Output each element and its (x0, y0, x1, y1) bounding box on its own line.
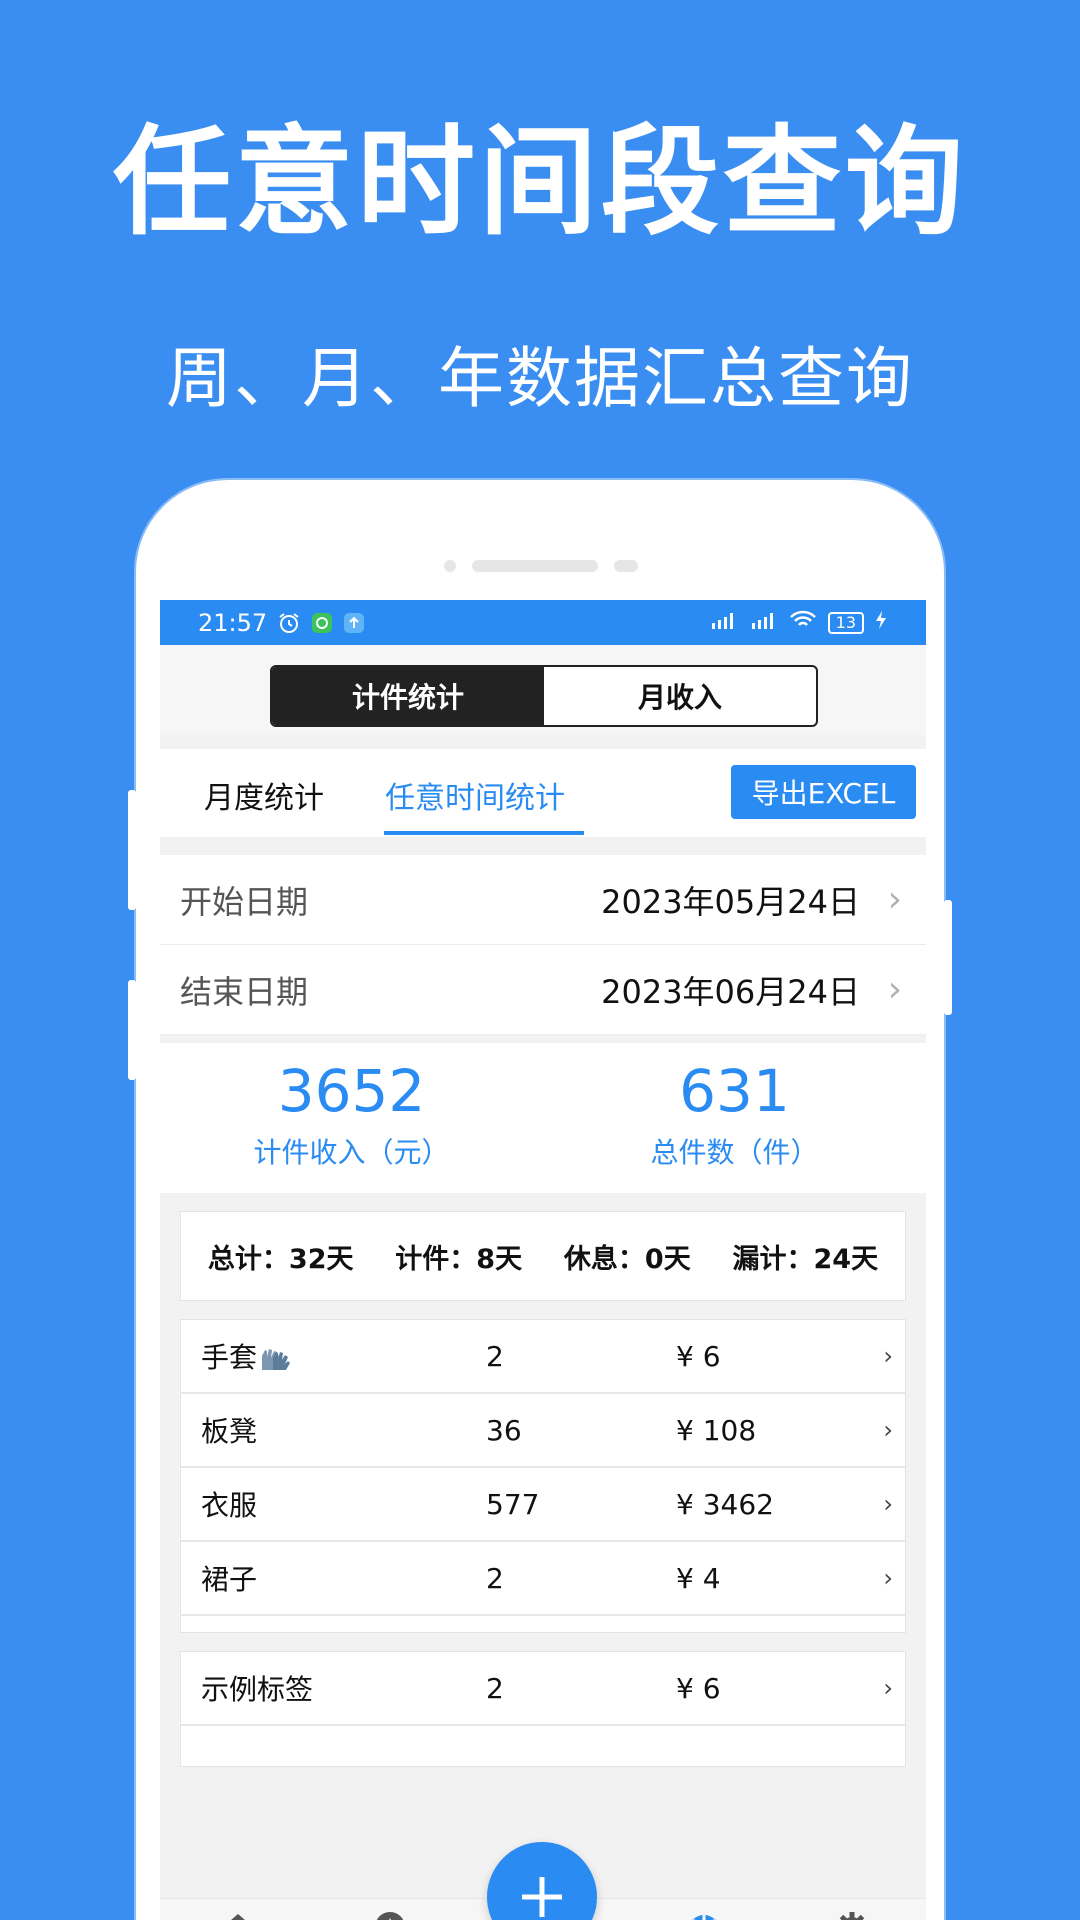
app-screen: 21:57 13 计件统计 月收入 月度统计 任意时间统计 导出EXCEL 开始… (160, 600, 926, 1920)
item-list: 手套 2 ¥ 6 › 板凳 36 ¥ 108 › 衣服 577 ¥ 3462 ›… (180, 1319, 906, 1633)
status-time: 21:57 (198, 608, 268, 637)
phone-sensor-dot (614, 560, 638, 572)
start-date-row[interactable]: 开始日期 2023年05月24日 › (160, 855, 926, 945)
list-footer (181, 1616, 905, 1632)
item-name: 衣服 (201, 1489, 258, 1522)
end-date-row[interactable]: 结束日期 2023年06月24日 › (160, 945, 926, 1035)
tab-bar: 月度统计 任意时间统计 导出EXCEL (160, 749, 926, 837)
phone-frame: 21:57 13 计件统计 月收入 月度统计 任意时间统计 导出EXCEL 开始… (136, 480, 944, 1920)
signal-hd-icon (748, 609, 778, 637)
active-tab-indicator (384, 831, 584, 835)
list-item[interactable]: 示例标签 2 ¥ 6 › (181, 1652, 905, 1726)
segment-area: 计件统计 月收入 (160, 645, 926, 735)
item-qty: 2 (486, 1339, 504, 1373)
income-value: 3652 (277, 1057, 426, 1125)
plus-icon (522, 1877, 562, 1917)
home-icon (231, 1914, 245, 1920)
battery-icon: 13 (827, 611, 864, 634)
chevron-right-icon: › (883, 1416, 893, 1444)
summary-missed: 漏计：24天 (732, 1243, 879, 1275)
end-date-value: 2023年06月24日 (601, 972, 860, 1011)
upload-icon (343, 612, 365, 634)
nav-item-stats[interactable]: 统计 (644, 1913, 764, 1920)
alarm-icon (277, 611, 301, 635)
count-value: 631 (679, 1057, 790, 1125)
count-stat: 631 总件数（件） (543, 1043, 926, 1193)
glove-icon (259, 1346, 293, 1372)
item-qty: 2 (486, 1671, 504, 1705)
wifi-icon (788, 609, 818, 637)
count-label: 总件数（件） (650, 1136, 819, 1169)
list-item[interactable]: 手套 2 ¥ 6 › (181, 1320, 905, 1394)
list-item[interactable]: 板凳 36 ¥ 108 › (181, 1394, 905, 1468)
item-qty: 2 (486, 1561, 504, 1595)
export-excel-button[interactable]: 导出EXCEL (731, 765, 916, 819)
start-date-label: 开始日期 (180, 882, 309, 921)
summary-piece: 计件：8天 (395, 1243, 523, 1275)
summary-total: 总计：32天 (207, 1243, 354, 1275)
phone-side-button-left-2 (128, 980, 136, 1080)
star-icon (376, 1912, 404, 1920)
tab-monthly-stats[interactable]: 月度统计 (204, 773, 324, 817)
income-label: 计件收入（元） (253, 1136, 450, 1169)
item-name: 板凳 (201, 1415, 258, 1448)
tab-any-period-stats[interactable]: 任意时间统计 (385, 773, 565, 817)
nav-item-calendar[interactable]: 日历 (330, 1911, 450, 1920)
item-name: 示例标签 (201, 1673, 314, 1706)
add-button[interactable] (487, 1842, 597, 1920)
chevron-right-icon: › (883, 1674, 893, 1702)
stats-card: 3652 计件收入（元） 631 总件数（件） (160, 1043, 926, 1193)
item-amount: ¥ 6 (676, 1671, 721, 1705)
charging-icon (874, 609, 888, 637)
list-footer (181, 1726, 905, 1766)
list-item[interactable]: 衣服 577 ¥ 3462 › (181, 1468, 905, 1542)
start-date-value: 2023年05月24日 (601, 882, 860, 921)
chevron-right-icon: › (887, 879, 902, 920)
chevron-right-icon: › (883, 1564, 893, 1592)
phone-sensor-dot (444, 560, 456, 572)
list-item[interactable]: 裙子 2 ¥ 4 › (181, 1542, 905, 1616)
item-amount: ¥ 3462 (676, 1487, 774, 1521)
app-notification-icon (311, 612, 333, 634)
signal-hd-icon (708, 609, 738, 637)
item-amount: ¥ 4 (676, 1561, 721, 1595)
item-amount: ¥ 108 (676, 1413, 757, 1447)
segment-monthly-income[interactable]: 月收入 (544, 667, 816, 725)
segment-piece-stats[interactable]: 计件统计 (272, 667, 544, 725)
chevron-right-icon: › (883, 1342, 893, 1370)
battery-level: 13 (827, 611, 864, 634)
item-name: 裙子 (201, 1563, 258, 1596)
chevron-right-icon: › (883, 1490, 893, 1518)
phone-side-button-left (128, 790, 136, 910)
item-qty: 577 (486, 1487, 540, 1521)
item-amount: ¥ 6 (676, 1339, 721, 1373)
hero-subtitle: 周、月、年数据汇总查询 (166, 340, 914, 417)
nav-item-settings[interactable]: 设置 (792, 1911, 912, 1920)
aperture-icon (692, 1915, 716, 1920)
end-date-label: 结束日期 (180, 972, 309, 1011)
tag-list: 示例标签 2 ¥ 6 › (180, 1651, 906, 1767)
phone-speaker (472, 560, 598, 572)
nav-item-piece[interactable]: 计件 (178, 1911, 298, 1920)
chevron-right-icon: › (887, 969, 902, 1010)
summary-rest: 休息：0天 (563, 1243, 691, 1275)
status-bar: 21:57 13 (160, 600, 926, 645)
item-name-text: 手套 (201, 1341, 258, 1374)
income-stat: 3652 计件收入（元） (160, 1043, 543, 1193)
phone-side-button-right (944, 900, 952, 1015)
date-range-card: 开始日期 2023年05月24日 › 结束日期 2023年06月24日 › (160, 855, 926, 1035)
item-qty: 36 (486, 1413, 522, 1447)
segmented-control: 计件统计 月收入 (270, 665, 818, 727)
day-summary: 总计：32天 计件：8天 休息：0天 漏计：24天 (180, 1211, 906, 1301)
item-name: 手套 (201, 1336, 293, 1376)
gear-icon (839, 1912, 865, 1920)
hero-title: 任意时间段查询 (112, 113, 967, 251)
